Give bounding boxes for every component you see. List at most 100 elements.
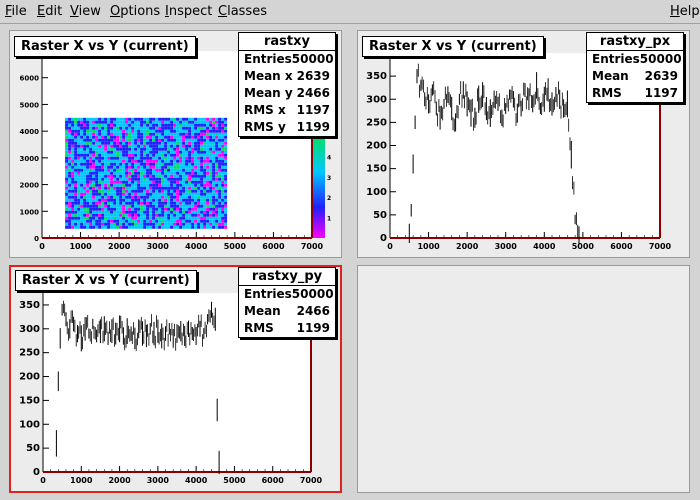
heatmap-cell (110, 195, 114, 199)
heatmap-cell (197, 186, 201, 190)
heatmap-cell (221, 207, 225, 211)
heatmap-cell (137, 213, 141, 217)
heatmap-cell (143, 207, 147, 211)
heatmap-cell (197, 180, 201, 184)
heatmap-cell (80, 132, 84, 136)
heatmap-cell (152, 120, 156, 124)
pad-rastxy-py[interactable]: 0 1000 2000 3000 4000 5000 6000 7000 0 50 100 150 20… (9, 265, 342, 493)
heatmap-cell (71, 120, 75, 124)
heatmap-cell (110, 132, 114, 136)
heatmap-cell (68, 207, 72, 211)
heatmap-cell (101, 189, 105, 193)
heatmap-cell (125, 129, 129, 133)
heatmap-cell (122, 201, 126, 205)
heatmap-cell (179, 156, 183, 160)
heatmap-cell (164, 168, 168, 172)
heatmap-cell (110, 204, 114, 208)
menu-file[interactable]: File (5, 4, 27, 19)
heatmap-cell (200, 180, 204, 184)
heatmap-cell (221, 117, 225, 121)
heatmap-cell (128, 123, 132, 127)
heatmap-cell (140, 141, 144, 145)
heatmap-cell (218, 216, 222, 220)
heatmap-cell (161, 225, 165, 229)
heatmap-cell (68, 141, 72, 145)
heatmap-cell (86, 183, 90, 187)
heatmap-cell (149, 189, 153, 193)
pad-rastxy[interactable]: 0 1000 2000 3000 4000 5000 6000 7000 0 1000 2000 30… (9, 30, 342, 258)
heatmap-cell (98, 162, 102, 166)
menu-edit[interactable]: Edit (37, 4, 62, 19)
heatmap-cell (125, 120, 129, 124)
heatmap-cell (191, 213, 195, 217)
menu-classes[interactable]: Classes (218, 4, 267, 19)
heatmap-cell (104, 207, 108, 211)
root-canvas[interactable]: 0 1000 2000 3000 4000 5000 6000 7000 0 1000 2000 30… (2, 25, 698, 498)
menu-view[interactable]: View (70, 4, 101, 19)
heatmap-cell (188, 183, 192, 187)
menu-options[interactable]: Options (110, 4, 160, 19)
heatmap-cell (89, 162, 93, 166)
heatmap-cell (89, 171, 93, 175)
heatmap-cell (188, 156, 192, 160)
heatmap-cell (134, 204, 138, 208)
heatmap-cell (215, 126, 219, 130)
heatmap-cell (143, 192, 147, 196)
heatmap-cell (143, 216, 147, 220)
heatmap-cell (80, 144, 84, 148)
heatmap-cell (164, 147, 168, 151)
heatmap-cell (221, 159, 225, 163)
heatmap-cell (92, 186, 96, 190)
heatmap-cell (191, 141, 195, 145)
heatmap-cell (182, 141, 186, 145)
heatmap-cell (68, 144, 72, 148)
heatmap-cell (212, 132, 216, 136)
heatmap-cell (152, 186, 156, 190)
heatmap-cell (98, 195, 102, 199)
heatmap-cell (179, 183, 183, 187)
heatmap-cell (68, 150, 72, 154)
heatmap-cell (206, 222, 210, 226)
heatmap-cell (77, 180, 81, 184)
menu-help[interactable]: Help (670, 4, 700, 19)
heatmap-cell (68, 123, 72, 127)
heatmap-cell (209, 225, 213, 229)
heatmap-cell (194, 180, 198, 184)
pad-rastxy-px[interactable]: 0 1000 2000 3000 4000 5000 6000 7000 0 50 100 150 20… (357, 30, 690, 258)
heatmap-cell (176, 159, 180, 163)
heatmap-cell (200, 168, 204, 172)
heatmap-cell (221, 189, 225, 193)
heatmap-cell (176, 141, 180, 145)
heatmap-cell (206, 213, 210, 217)
pad-title: Raster X vs Y (current) (362, 36, 544, 57)
heatmap-cell (188, 159, 192, 163)
heatmap-cell (191, 210, 195, 214)
pad-empty[interactable] (357, 265, 690, 493)
heatmap-cell (179, 192, 183, 196)
heatmap-cell (134, 198, 138, 202)
heatmap-cell (218, 144, 222, 148)
heatmap-cell (140, 204, 144, 208)
heatmap-cell (104, 138, 108, 142)
heatmap-cell (68, 138, 72, 142)
heatmap-cell (185, 192, 189, 196)
menu-inspect[interactable]: Inspect (165, 4, 212, 19)
heatmap-cell (131, 192, 135, 196)
heatmap-cell (167, 153, 171, 157)
heatmap-cell (185, 219, 189, 223)
heatmap-cell (92, 174, 96, 178)
heatmap-cell (65, 219, 69, 223)
heatmap-cell (224, 219, 228, 223)
heatmap-cell (119, 216, 123, 220)
heatmap-cell (212, 150, 216, 154)
heatmap-cell (83, 177, 87, 181)
heatmap-cell (173, 126, 177, 130)
heatmap-cell (155, 141, 159, 145)
heatmap-cell (137, 141, 141, 145)
heatmap-cell (146, 195, 150, 199)
heatmap-cell (92, 153, 96, 157)
heatmap-cell (83, 198, 87, 202)
heatmap-cell (95, 219, 99, 223)
heatmap-cell (170, 192, 174, 196)
heatmap-cell (164, 138, 168, 142)
